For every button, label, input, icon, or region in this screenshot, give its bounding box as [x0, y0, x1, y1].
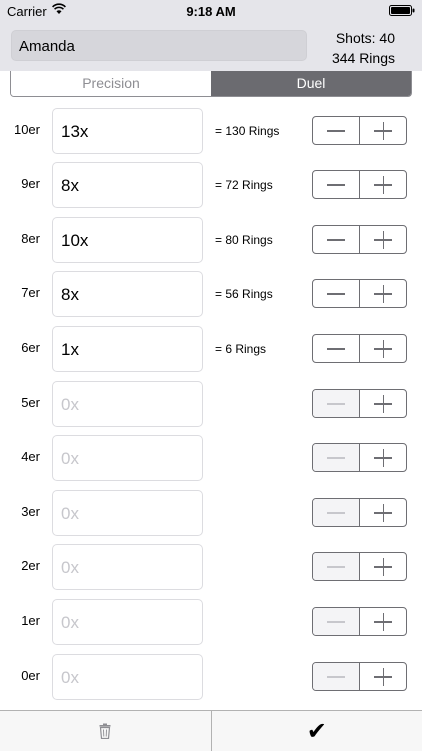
trash-icon — [99, 723, 111, 739]
score-row-7: 7er 8x = 56 Rings — [0, 271, 422, 319]
shot-count-input[interactable]: 0x — [52, 654, 203, 700]
shot-count-input[interactable]: 0x — [52, 599, 203, 645]
increment-button[interactable] — [359, 608, 406, 635]
shot-stepper — [312, 498, 407, 527]
increment-button[interactable] — [359, 117, 406, 144]
score-row-6: 6er 1x = 6 Rings — [0, 326, 422, 374]
shot-stepper — [312, 607, 407, 636]
shot-count-placeholder: 0x — [61, 504, 79, 524]
shot-stepper — [312, 552, 407, 581]
decrement-button[interactable] — [313, 280, 359, 307]
shot-stepper — [312, 389, 407, 418]
shot-count-input[interactable]: 13x — [52, 108, 203, 154]
shot-stepper — [312, 662, 407, 691]
decrement-button[interactable] — [313, 171, 359, 198]
shot-stepper — [312, 116, 407, 145]
increment-button[interactable] — [359, 280, 406, 307]
score-row-0: 0er 0x — [0, 654, 422, 702]
shot-count-value: 8x — [61, 176, 79, 196]
ring-label: 6er — [0, 340, 40, 355]
shot-count-placeholder: 0x — [61, 449, 79, 469]
rings-total: 344 Rings — [332, 48, 395, 68]
shots-count: Shots: 40 — [332, 28, 395, 48]
ring-label: 1er — [0, 613, 40, 628]
shot-stepper — [312, 170, 407, 199]
rings-result: = 80 Rings — [215, 233, 273, 247]
bottom-toolbar: ✔ — [0, 710, 422, 751]
shot-count-value: 10x — [61, 231, 88, 251]
decrement-button[interactable] — [313, 117, 359, 144]
score-row-10: 10er 13x = 130 Rings — [0, 108, 422, 156]
shooter-name-field[interactable]: Amanda — [11, 30, 307, 61]
rings-result: = 72 Rings — [215, 178, 273, 192]
shot-count-value: 13x — [61, 122, 88, 142]
decrement-button[interactable] — [313, 390, 359, 417]
shot-count-value: 8x — [61, 285, 79, 305]
ring-label: 2er — [0, 558, 40, 573]
shot-stepper — [312, 279, 407, 308]
rings-result: = 56 Rings — [215, 287, 273, 301]
increment-button[interactable] — [359, 335, 406, 362]
ring-label: 7er — [0, 285, 40, 300]
header-area: Carrier 9:18 AM Amanda Shots: 40 344 Rin… — [0, 0, 422, 71]
shot-count-input[interactable]: 8x — [52, 162, 203, 208]
status-bar: Carrier 9:18 AM — [0, 0, 422, 22]
mode-segmented-control: Precision Duel — [10, 71, 412, 97]
ring-label: 8er — [0, 231, 40, 246]
shot-count-input[interactable]: 8x — [52, 271, 203, 317]
shot-count-placeholder: 0x — [61, 668, 79, 688]
increment-button[interactable] — [359, 390, 406, 417]
shot-stepper — [312, 443, 407, 472]
decrement-button[interactable] — [313, 553, 359, 580]
checkmark-icon: ✔ — [212, 717, 422, 746]
ring-label: 5er — [0, 395, 40, 410]
increment-button[interactable] — [359, 553, 406, 580]
shooter-name-value: Amanda — [19, 38, 75, 55]
shot-count-input[interactable]: 0x — [52, 490, 203, 536]
increment-button[interactable] — [359, 499, 406, 526]
shot-count-input[interactable]: 10x — [52, 217, 203, 263]
ring-label: 4er — [0, 449, 40, 464]
shot-count-input[interactable]: 0x — [52, 435, 203, 481]
shot-count-input[interactable]: 0x — [52, 544, 203, 590]
ring-label: 9er — [0, 176, 40, 191]
shot-count-input[interactable]: 0x — [52, 381, 203, 427]
shot-count-placeholder: 0x — [61, 613, 79, 633]
ring-label: 3er — [0, 504, 40, 519]
confirm-button[interactable]: ✔ — [211, 711, 422, 751]
segment-precision[interactable]: Precision — [11, 71, 211, 96]
decrement-button[interactable] — [313, 608, 359, 635]
score-row-2: 2er 0x — [0, 544, 422, 592]
shot-count-placeholder: 0x — [61, 558, 79, 578]
ring-label: 0er — [0, 668, 40, 683]
decrement-button[interactable] — [313, 499, 359, 526]
shot-count-input[interactable]: 1x — [52, 326, 203, 372]
shot-stepper — [312, 334, 407, 363]
increment-button[interactable] — [359, 444, 406, 471]
score-row-9: 9er 8x = 72 Rings — [0, 162, 422, 210]
decrement-button[interactable] — [313, 663, 359, 690]
score-row-8: 8er 10x = 80 Rings — [0, 217, 422, 265]
rings-result: = 130 Rings — [215, 124, 279, 138]
shot-count-placeholder: 0x — [61, 395, 79, 415]
score-summary: Shots: 40 344 Rings — [332, 28, 395, 68]
ring-label: 10er — [0, 122, 40, 137]
score-row-1: 1er 0x — [0, 599, 422, 647]
shot-stepper — [312, 225, 407, 254]
score-row-4: 4er 0x — [0, 435, 422, 483]
battery-icon — [389, 5, 415, 16]
score-row-5: 5er 0x — [0, 381, 422, 429]
increment-button[interactable] — [359, 226, 406, 253]
increment-button[interactable] — [359, 171, 406, 198]
rings-result: = 6 Rings — [215, 342, 266, 356]
segment-duel[interactable]: Duel — [211, 71, 411, 96]
increment-button[interactable] — [359, 663, 406, 690]
score-row-3: 3er 0x — [0, 490, 422, 538]
status-time: 9:18 AM — [0, 4, 422, 19]
shot-count-value: 1x — [61, 340, 79, 360]
delete-button[interactable] — [0, 711, 211, 751]
decrement-button[interactable] — [313, 226, 359, 253]
decrement-button[interactable] — [313, 335, 359, 362]
decrement-button[interactable] — [313, 444, 359, 471]
